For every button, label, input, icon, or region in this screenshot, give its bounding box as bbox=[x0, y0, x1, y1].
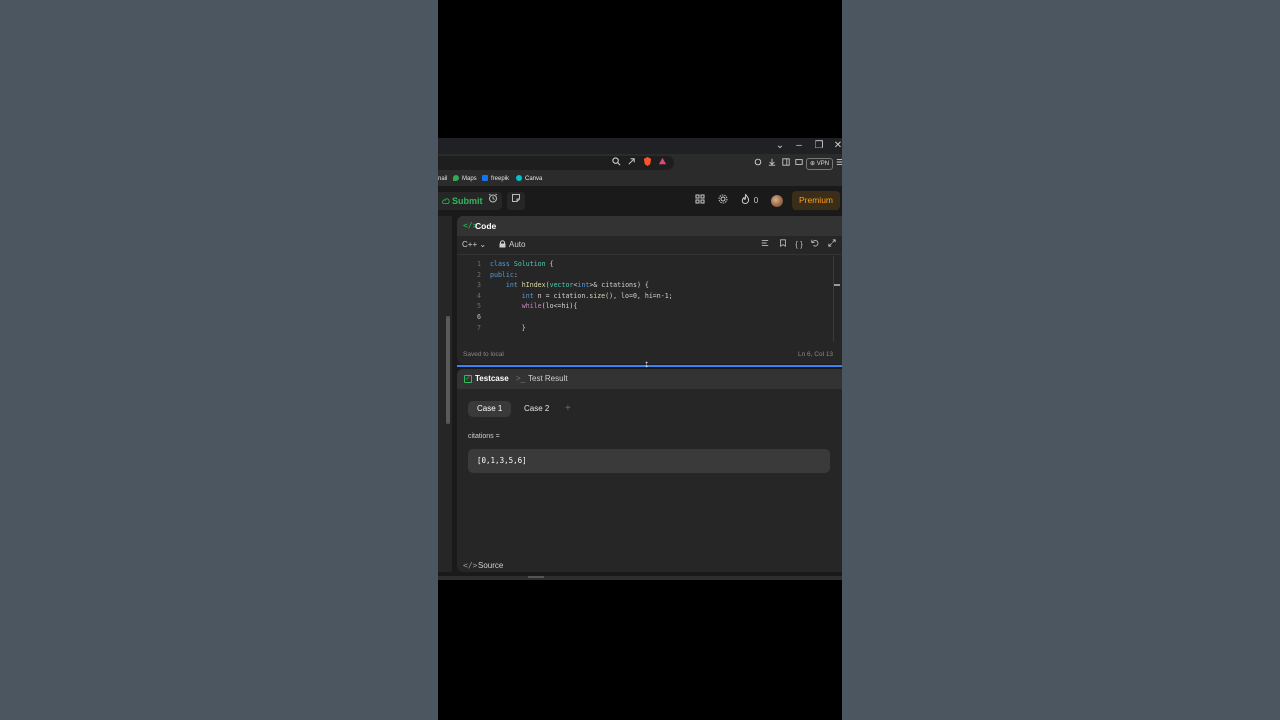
checkbox-icon: ✓ bbox=[464, 375, 472, 383]
tab-testcase[interactable]: Testcase bbox=[475, 373, 509, 385]
fire-icon bbox=[741, 192, 750, 205]
restore-button[interactable]: ❐ bbox=[812, 139, 826, 153]
expand-icon[interactable] bbox=[826, 239, 838, 251]
code-line: } bbox=[490, 323, 526, 332]
address-bar-row: ⊕ VPN bbox=[438, 154, 842, 172]
bookmark-maps[interactable]: Maps bbox=[453, 175, 477, 183]
panel-resize-divider[interactable] bbox=[457, 365, 842, 367]
testcase-panel-header: ✓ Testcase >_ Test Result bbox=[457, 369, 842, 389]
background-left bbox=[0, 0, 438, 720]
line-number: 3 bbox=[477, 281, 481, 290]
lock-icon bbox=[499, 240, 506, 248]
tab-search-icon[interactable]: ⌄ bbox=[773, 139, 787, 153]
video-frame: ⌄ – ❐ ✕ ⊕ VPN nail Maps freepik Canva Su… bbox=[438, 0, 842, 720]
line-number: 7 bbox=[477, 323, 481, 332]
bottom-bar bbox=[438, 576, 842, 580]
upload-cloud-icon bbox=[442, 198, 450, 204]
zoom-icon[interactable] bbox=[610, 157, 622, 169]
extensions-icon[interactable] bbox=[752, 157, 764, 169]
editor-scrollbar[interactable] bbox=[833, 256, 840, 342]
cursor-position: Ln 6, Col 13 bbox=[798, 351, 834, 358]
avatar[interactable] bbox=[771, 195, 783, 207]
code-line: class Solution { bbox=[490, 260, 554, 268]
code-panel: </> Code C++ ⌄ Auto { } 1 class Solution… bbox=[457, 216, 842, 364]
canva-icon bbox=[516, 175, 522, 181]
format-icon[interactable] bbox=[759, 239, 771, 251]
panel-scrollbar[interactable] bbox=[446, 316, 450, 424]
note-icon bbox=[512, 194, 520, 202]
alarm-clock-icon bbox=[488, 193, 498, 203]
vpn-button[interactable]: ⊕ VPN bbox=[806, 158, 834, 170]
minimize-button[interactable]: – bbox=[792, 139, 806, 153]
premium-button[interactable]: Premium bbox=[792, 191, 841, 210]
background-right bbox=[842, 0, 1280, 720]
add-case-button[interactable]: + bbox=[565, 402, 571, 416]
line-number: 5 bbox=[477, 302, 481, 311]
bookmark-gmail[interactable]: nail bbox=[438, 175, 447, 183]
timer-button[interactable] bbox=[484, 192, 502, 210]
param-label: citations = bbox=[468, 433, 500, 440]
testcase-panel: ✓ Testcase >_ Test Result Case 1 Case 2 … bbox=[457, 369, 842, 572]
code-line: int n = citation.size(), lo=0, hi=n-1; bbox=[521, 291, 673, 300]
line-number: 2 bbox=[477, 270, 481, 279]
wallet-icon[interactable] bbox=[793, 157, 805, 169]
code-panel-header: </> Code bbox=[457, 216, 842, 236]
reset-icon[interactable] bbox=[809, 239, 821, 251]
submit-button[interactable]: Submit bbox=[438, 192, 489, 210]
bookmark-freepik[interactable]: freepik bbox=[482, 175, 509, 183]
bookmarks-bar: nail Maps freepik Canva bbox=[438, 172, 842, 186]
terminal-icon: >_ bbox=[516, 374, 526, 383]
param-input[interactable]: [0,1,3,5,6] bbox=[468, 449, 830, 473]
freepik-icon bbox=[482, 175, 488, 181]
autocomplete-mode[interactable]: Auto bbox=[499, 239, 525, 251]
case-2-tab[interactable]: Case 2 bbox=[515, 401, 558, 417]
case-1-tab[interactable]: Case 1 bbox=[468, 401, 512, 417]
gear-icon[interactable] bbox=[718, 194, 728, 209]
rewards-icon[interactable] bbox=[656, 157, 668, 169]
notes-button[interactable] bbox=[507, 192, 525, 210]
tab-test-result[interactable]: Test Result bbox=[528, 373, 568, 385]
code-line: public: bbox=[490, 270, 518, 279]
param-value: [0,1,3,5,6] bbox=[477, 456, 527, 465]
share-icon[interactable] bbox=[625, 157, 637, 169]
download-icon[interactable] bbox=[766, 157, 778, 169]
code-panel-title: Code bbox=[475, 221, 497, 231]
editor-toolbar: C++ ⌄ Auto { } bbox=[457, 236, 842, 255]
language-select[interactable]: C++ ⌄ bbox=[462, 239, 486, 251]
code-editor[interactable]: 1 class Solution { 2 public: 3 int hInde… bbox=[457, 256, 837, 340]
menu-icon[interactable] bbox=[834, 157, 842, 169]
bookmark-icon[interactable] bbox=[777, 239, 789, 251]
braces-icon[interactable]: { } bbox=[793, 239, 805, 251]
saved-status: Saved to local bbox=[463, 351, 504, 358]
maps-icon bbox=[453, 175, 459, 181]
title-bar: ⌄ – ❐ ✕ bbox=[438, 138, 842, 154]
leetcode-nav: Submit 0 Premium bbox=[438, 186, 842, 216]
source-link[interactable]: Source bbox=[478, 560, 503, 572]
browser-window: ⌄ – ❐ ✕ ⊕ VPN nail Maps freepik Canva Su… bbox=[438, 138, 842, 580]
description-panel-collapsed bbox=[438, 216, 452, 572]
line-number: 6 bbox=[477, 313, 481, 321]
line-number: 1 bbox=[477, 260, 481, 268]
url-field[interactable] bbox=[438, 156, 674, 170]
streak-counter[interactable]: 0 bbox=[741, 192, 758, 208]
close-button[interactable]: ✕ bbox=[831, 139, 842, 153]
code-line: int hIndex(vector<int>& citations) { bbox=[505, 281, 649, 290]
brave-shield-icon[interactable] bbox=[641, 157, 653, 170]
line-number: 4 bbox=[477, 291, 481, 300]
layout-grid-icon[interactable] bbox=[695, 194, 705, 209]
sidebar-icon[interactable] bbox=[780, 157, 792, 169]
bookmark-canva[interactable]: Canva bbox=[516, 175, 542, 183]
source-code-icon: </> bbox=[463, 561, 478, 570]
code-line: while(lo<=hi){ bbox=[521, 302, 578, 311]
